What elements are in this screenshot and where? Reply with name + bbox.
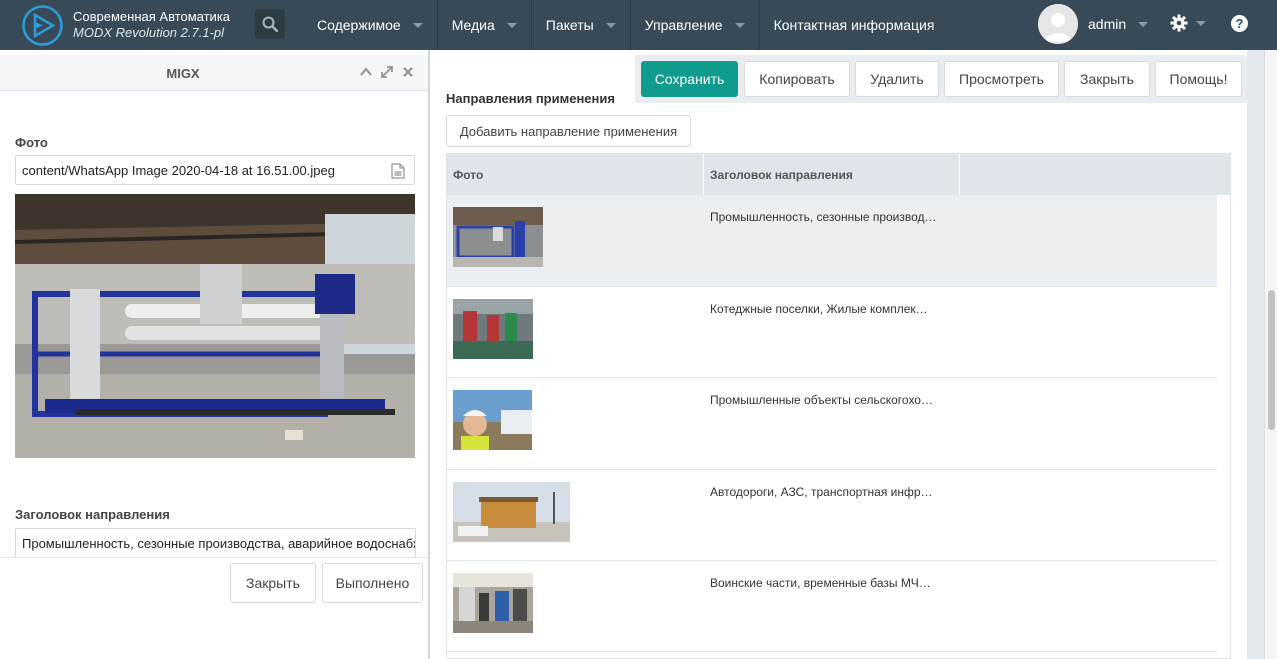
grid-header: Фото Заголовок направления [447, 154, 1230, 195]
help-button[interactable]: ? [1231, 15, 1248, 32]
column-photo[interactable]: Фото [447, 154, 704, 195]
row-title: Автодороги, АЗС, транспортная инфр… [710, 485, 933, 499]
photo-preview-image [15, 194, 415, 458]
file-browse-icon[interactable] [391, 163, 405, 179]
add-direction-button[interactable]: Добавить направление применения [446, 115, 691, 147]
user-name: admin [1088, 16, 1127, 32]
close-button[interactable]: Закрыть [1064, 61, 1150, 97]
gear-icon [1170, 14, 1188, 32]
nav-content[interactable]: Содержимое [303, 0, 437, 50]
nav-packages-label: Пакеты [545, 17, 594, 33]
row-title: Промышленные объекты сельскогохо… [710, 393, 933, 407]
page-scrollbar[interactable] [1264, 50, 1277, 659]
nav-media-label: Медиа [451, 17, 495, 33]
chevron-down-icon [605, 22, 616, 28]
heading-value: Промышленность, сезонные производства, а… [22, 536, 416, 551]
maximize-icon[interactable] [380, 65, 394, 79]
top-bar: Современная Автоматика MODX Revolution 2… [0, 0, 1277, 50]
chevron-down-icon [734, 22, 745, 28]
view-button[interactable]: Просмотреть [944, 61, 1059, 97]
help-page-button[interactable]: Помощь! [1155, 61, 1242, 97]
row-photo-thumbnail [453, 573, 533, 633]
row-photo-thumbnail [453, 299, 533, 359]
table-row[interactable]: Котеджные поселки, Жилые комплек… [447, 287, 1217, 378]
main-nav: Содержимое Медиа Пакеты Управление Конта… [303, 0, 948, 50]
heading-field-label: Заголовок направления [15, 507, 170, 522]
delete-button[interactable]: Удалить [855, 61, 939, 97]
nav-packages[interactable]: Пакеты [530, 0, 630, 50]
table-row[interactable]: Автодороги, АЗС, транспортная инфр… [447, 470, 1217, 561]
photo-field-label: Фото [15, 135, 48, 150]
nav-manage[interactable]: Управление [629, 0, 759, 50]
table-row[interactable]: Воинские части, временные базы МЧ… [447, 561, 1217, 652]
nav-media[interactable]: Медиа [436, 0, 531, 50]
nav-contacts[interactable]: Контактная информация [758, 0, 949, 50]
scrollbar-thumb[interactable] [1268, 290, 1275, 430]
section-title: Направления применения [446, 91, 615, 106]
chevron-down-icon [1138, 21, 1149, 27]
row-title: Промышленность, сезонные производ… [710, 210, 937, 224]
migx-done-button[interactable]: Выполнено [322, 563, 423, 603]
window-header[interactable]: MIGX [0, 55, 428, 91]
user-menu[interactable]: admin [1038, 4, 1149, 44]
row-photo-thumbnail [453, 482, 570, 542]
chevron-down-icon [1196, 20, 1206, 26]
row-photo-thumbnail [453, 390, 532, 450]
brand-version: MODX Revolution 2.7.1-pl [73, 25, 225, 40]
copy-button[interactable]: Копировать [744, 61, 850, 97]
nav-contacts-label: Контактная информация [773, 17, 935, 33]
row-title: Котеджные поселки, Жилые комплек… [710, 302, 928, 316]
settings-button[interactable] [1170, 14, 1206, 32]
table-row[interactable]: Промышленные объекты сельскогохо… [447, 378, 1217, 470]
chevron-down-icon [412, 22, 423, 28]
window-title: MIGX [166, 66, 200, 81]
brand-title: Современная Автоматика [73, 9, 231, 24]
row-photo-thumbnail [453, 207, 543, 267]
column-title[interactable]: Заголовок направления [704, 154, 960, 195]
directions-grid: Фото Заголовок направления Промышленност… [446, 153, 1231, 659]
photo-path-field[interactable]: content/WhatsApp Image 2020-04-18 at 16.… [15, 155, 415, 185]
user-icon [1038, 4, 1078, 44]
nav-manage-label: Управление [644, 17, 723, 33]
migx-close-button[interactable]: Закрыть [230, 563, 316, 603]
heading-field[interactable]: Промышленность, сезонные производства, а… [15, 528, 416, 558]
column-extra [960, 154, 1230, 195]
chevron-down-icon [506, 22, 517, 28]
search-button[interactable] [255, 9, 285, 39]
search-icon [262, 16, 278, 32]
row-title: Воинские части, временные базы МЧ… [710, 576, 931, 590]
close-icon[interactable] [401, 65, 415, 79]
modx-logo-icon [22, 4, 63, 46]
save-button[interactable]: Сохранить [641, 61, 738, 97]
photo-path-value: content/WhatsApp Image 2020-04-18 at 16.… [22, 163, 335, 178]
avatar [1038, 4, 1078, 44]
nav-content-label: Содержимое [317, 17, 401, 33]
table-row[interactable]: Промышленность, сезонные производ… [447, 195, 1217, 287]
collapse-icon[interactable] [359, 65, 373, 79]
